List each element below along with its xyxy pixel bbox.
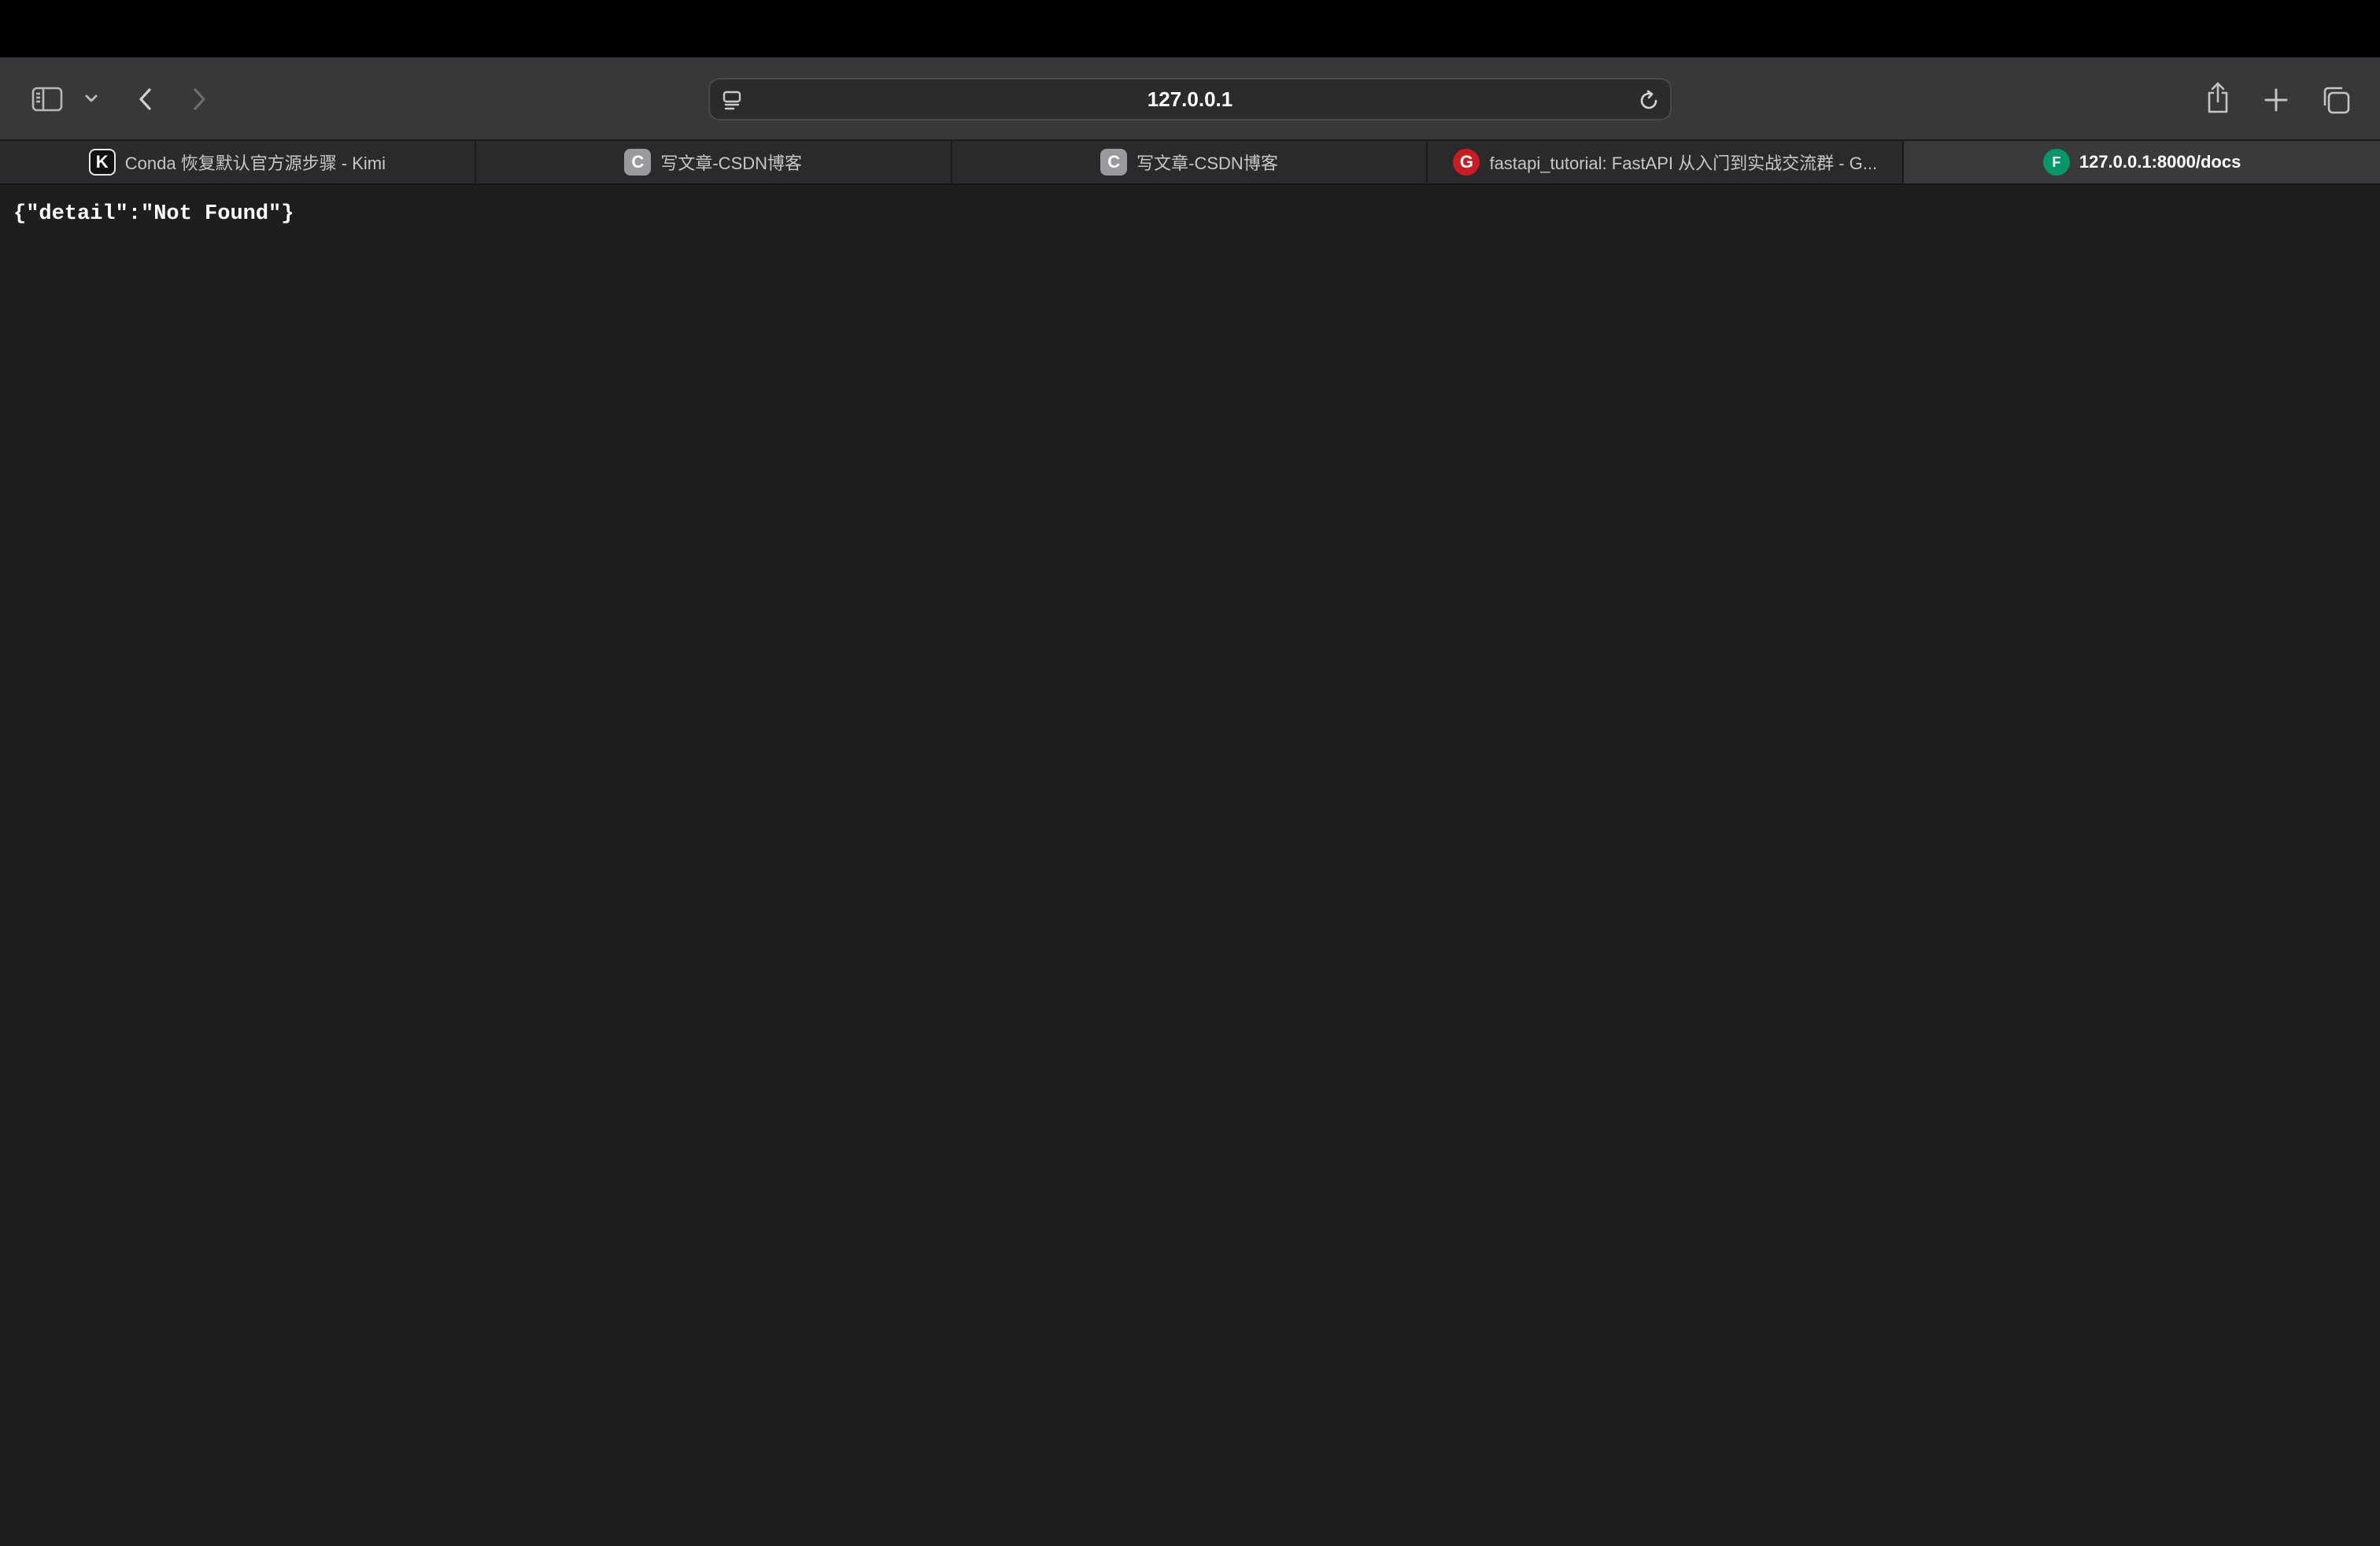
tab-title: fastapi_tutorial: FastAPI 从入门到实战交流群 - G.… xyxy=(1489,153,1878,173)
tab-csdn-1[interactable]: C 写文章-CSDN博客 xyxy=(476,141,952,183)
address-text[interactable]: 127.0.0.1 xyxy=(710,80,1670,119)
tab-csdn-2[interactable]: C 写文章-CSDN博客 xyxy=(952,141,1428,183)
tab-overview-button[interactable] xyxy=(2319,83,2353,117)
address-bar[interactable]: 127.0.0.1 xyxy=(708,78,1672,120)
tab-bar: K Conda 恢复默认官方源步骤 - Kimi C 写文章-CSDN博客 C … xyxy=(0,139,2380,185)
chevron-right-icon xyxy=(194,88,205,110)
sidebar-menu-button[interactable] xyxy=(82,89,101,108)
csdn-favicon-icon: C xyxy=(624,149,652,176)
forward-button[interactable] xyxy=(186,83,213,115)
share-icon xyxy=(2208,82,2228,113)
fastapi-favicon-icon: F xyxy=(2042,149,2070,176)
tab-title: 127.0.0.1:8000/docs xyxy=(2079,152,2241,172)
back-button[interactable] xyxy=(132,83,159,115)
tab-kimi[interactable]: K Conda 恢复默认官方源步骤 - Kimi xyxy=(0,141,476,183)
tab-title: 写文章-CSDN博客 xyxy=(660,153,803,173)
chevron-left-icon xyxy=(139,88,151,110)
sidebar-toggle-button[interactable] xyxy=(30,84,65,114)
reload-icon[interactable] xyxy=(1637,89,1661,113)
json-response-text: {"detail":"Not Found"} xyxy=(13,202,294,226)
tab-title: Conda 恢复默认官方源步骤 - Kimi xyxy=(124,153,386,173)
gitee-favicon-icon: G xyxy=(1453,149,1480,176)
page-content: {"detail":"Not Found"} xyxy=(0,185,2380,1546)
tab-fastapi-docs[interactable]: F 127.0.0.1:8000/docs xyxy=(1904,141,2380,183)
csdn-favicon-icon: C xyxy=(1100,149,1128,176)
new-tab-button[interactable] xyxy=(2260,84,2292,116)
top-black-strip xyxy=(0,0,2380,57)
plus-icon xyxy=(2264,88,2288,112)
browser-toolbar: 127.0.0.1 xyxy=(0,57,2380,139)
tab-title: 写文章-CSDN博客 xyxy=(1136,153,1278,173)
chevron-down-icon xyxy=(85,94,98,102)
tab-gitee[interactable]: G fastapi_tutorial: FastAPI 从入门到实战交流群 - … xyxy=(1428,141,1905,183)
share-button[interactable] xyxy=(2201,78,2235,117)
kimi-favicon-icon: K xyxy=(88,149,116,176)
sidebar-icon xyxy=(31,87,63,112)
tab-overview-icon xyxy=(2323,87,2350,114)
